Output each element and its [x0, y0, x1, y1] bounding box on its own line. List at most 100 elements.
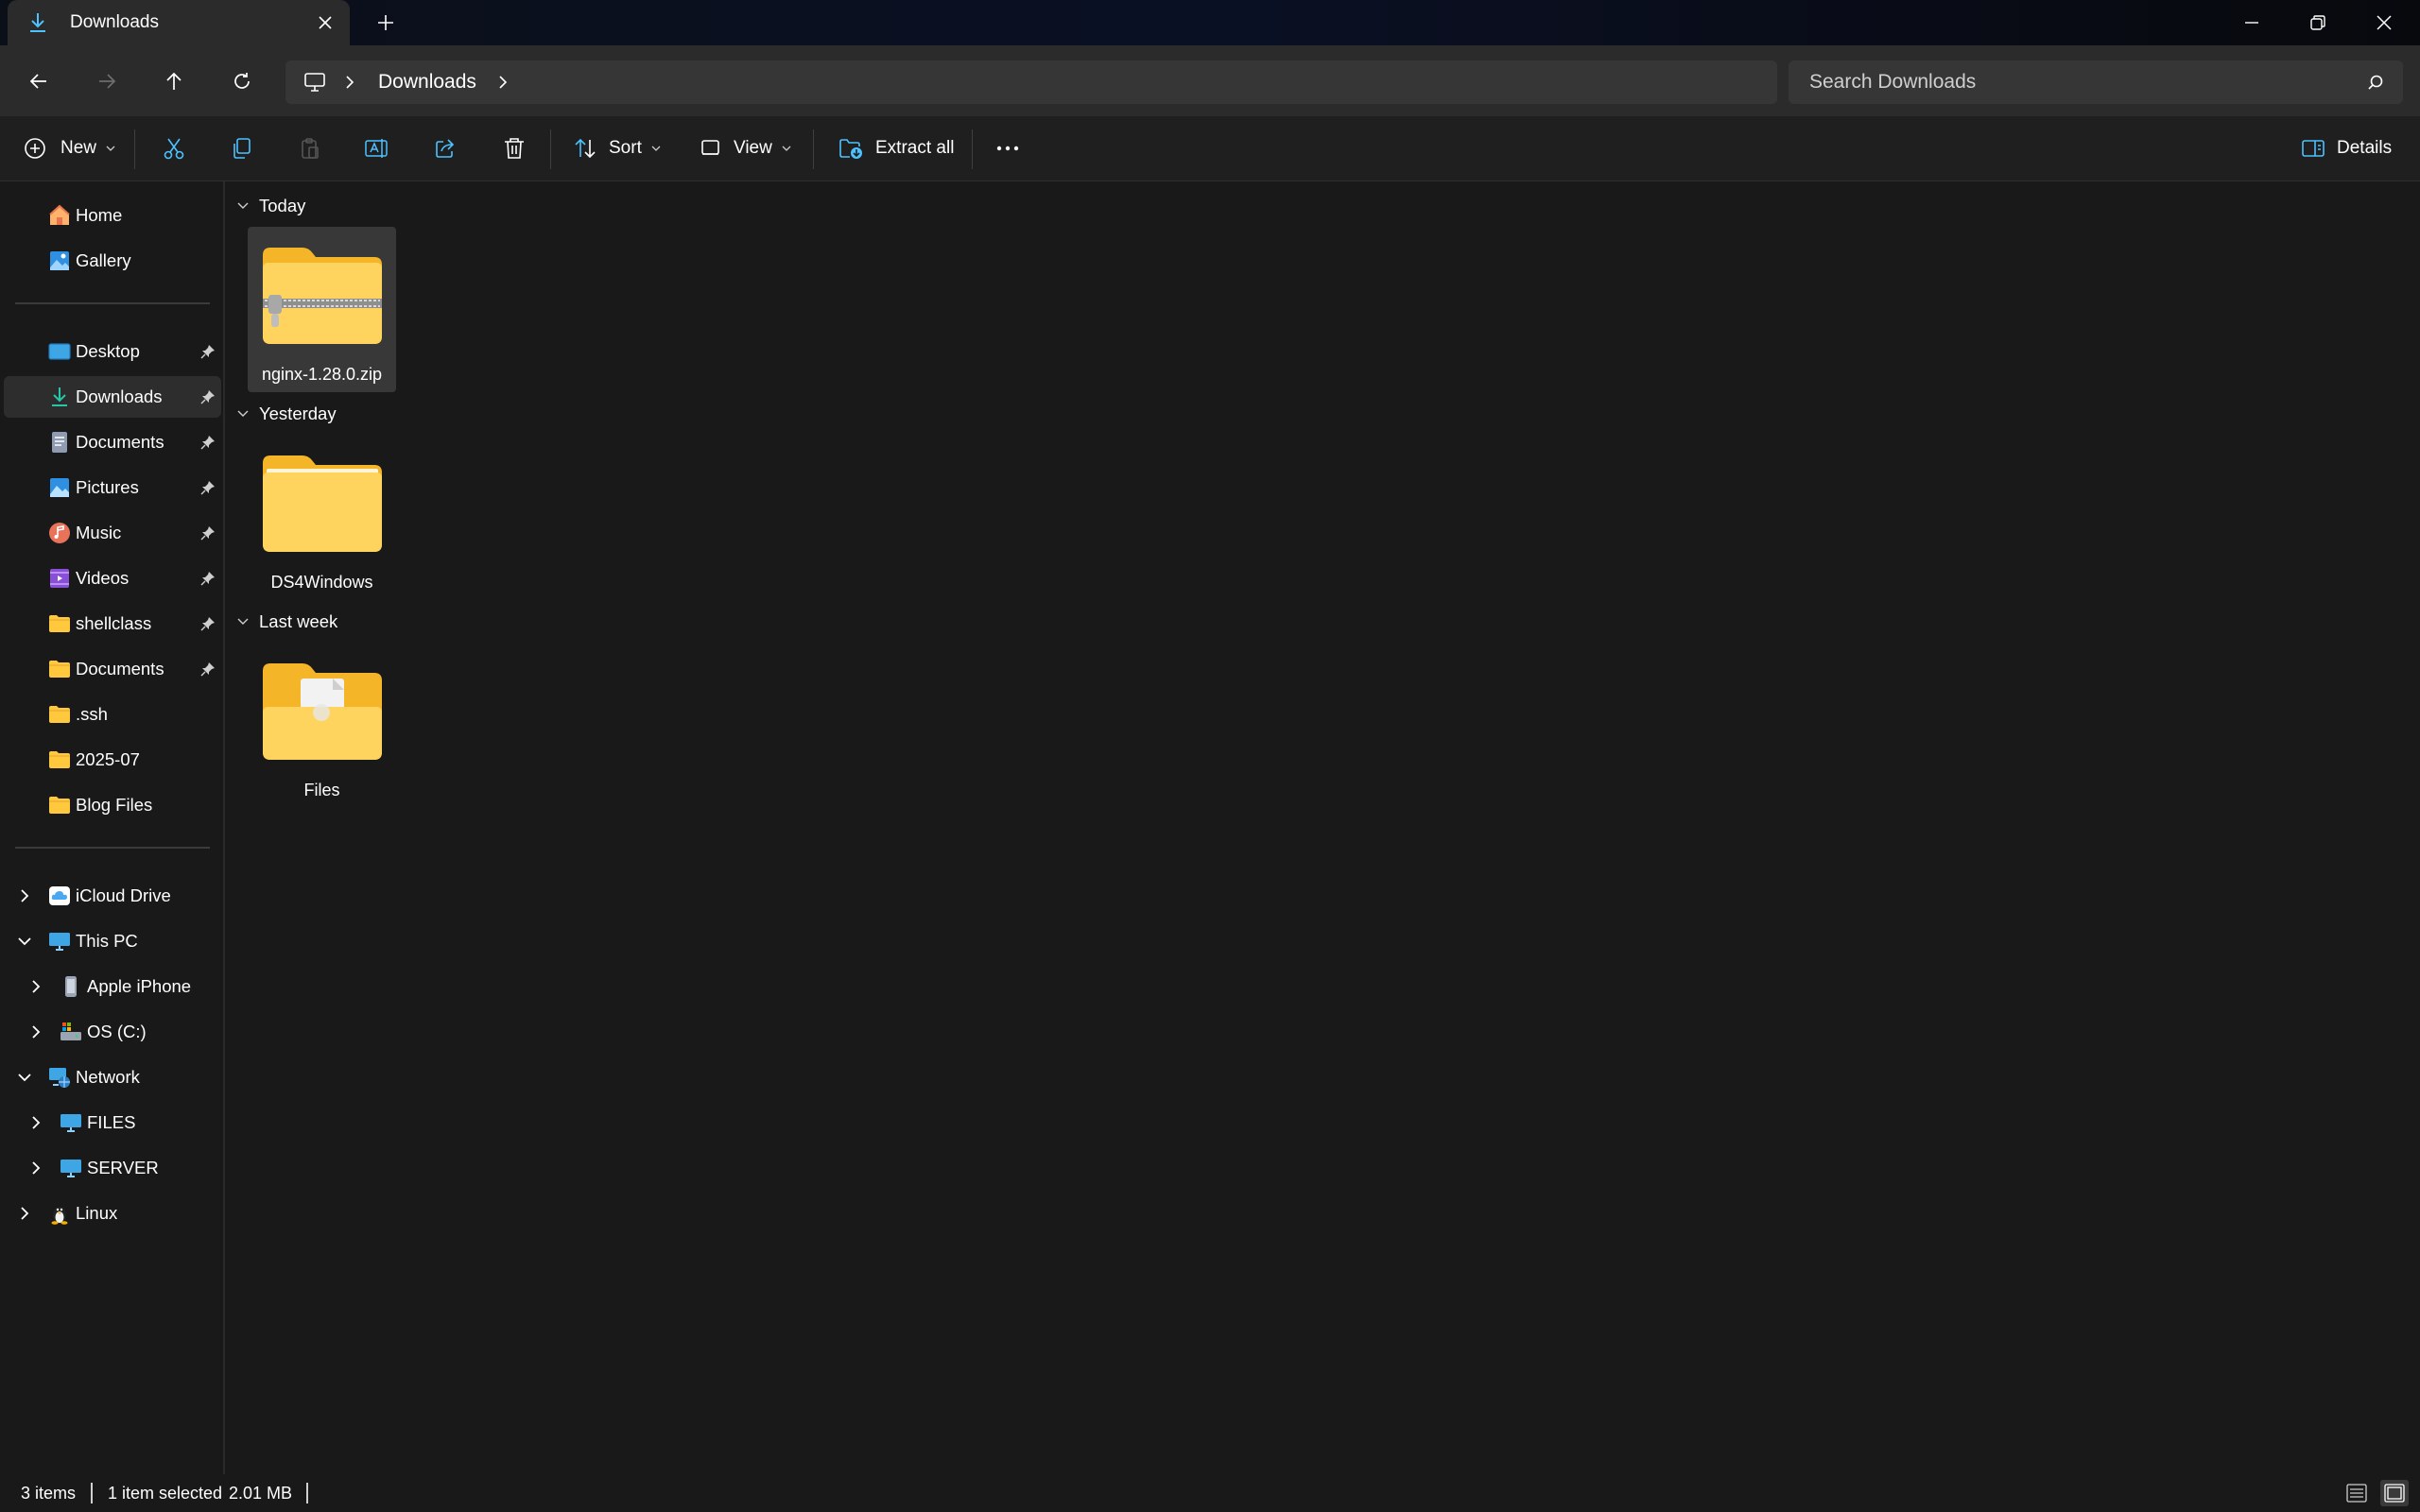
sidebar-item-videos[interactable]: Videos	[4, 558, 221, 599]
zip-folder-icon	[261, 244, 384, 348]
copy-button[interactable]	[227, 128, 257, 169]
share-button[interactable]	[430, 128, 460, 169]
home-icon	[47, 203, 72, 228]
sidebar-item-home[interactable]: Home	[4, 195, 221, 236]
chevron-right-icon[interactable]	[17, 888, 32, 903]
chevron-right-icon[interactable]	[28, 1160, 43, 1176]
sidebar-item-documents[interactable]: Documents	[4, 421, 221, 463]
up-button[interactable]	[153, 62, 195, 100]
chevron-right-icon[interactable]	[28, 979, 43, 994]
view-label: View	[734, 138, 772, 158]
sidebar-item-shellclass[interactable]: shellclass	[4, 603, 221, 644]
sidebar-item-os-c[interactable]: OS (C:)	[4, 1011, 221, 1053]
new-tab-button[interactable]	[369, 8, 403, 38]
pin-icon[interactable]	[200, 389, 216, 404]
pin-icon[interactable]	[200, 435, 216, 450]
chevron-right-icon[interactable]	[344, 75, 355, 90]
pin-icon[interactable]	[200, 344, 216, 359]
share-icon	[433, 136, 458, 161]
new-button[interactable]: New	[23, 128, 115, 169]
sidebar-item-server[interactable]: SERVER	[4, 1147, 221, 1189]
divider	[134, 129, 135, 169]
pin-icon[interactable]	[200, 571, 216, 586]
more-icon	[995, 145, 1020, 152]
sidebar-item-pictures[interactable]: Pictures	[4, 467, 221, 508]
file-item-nginx-zip[interactable]: nginx-1.28.0.zip	[248, 227, 396, 392]
close-window-button[interactable]	[2352, 0, 2416, 45]
sidebar-item-documents-folder[interactable]: Documents	[4, 648, 221, 690]
more-options-button[interactable]	[993, 128, 1023, 169]
plus-circle-icon	[23, 136, 47, 161]
refresh-button[interactable]	[221, 62, 263, 100]
address-bar[interactable]: Downloads	[285, 60, 1777, 104]
chevron-right-icon[interactable]	[17, 1206, 32, 1221]
sidebar-item-blog-files[interactable]: Blog Files	[4, 784, 221, 826]
folder-icon	[47, 793, 72, 817]
pin-icon[interactable]	[200, 525, 216, 541]
pin-icon[interactable]	[200, 480, 216, 495]
pc-icon[interactable]	[302, 71, 327, 94]
chevron-right-icon[interactable]	[497, 75, 509, 90]
sidebar-item-linux[interactable]: Linux	[4, 1193, 221, 1234]
folder-icon	[47, 611, 72, 636]
tab-downloads[interactable]: Downloads	[8, 0, 350, 45]
sidebar-item-desktop[interactable]: Desktop	[4, 331, 221, 372]
tab-close-icon[interactable]	[306, 4, 344, 42]
pin-icon[interactable]	[200, 662, 216, 677]
divider	[972, 129, 973, 169]
group-header-label: Today	[259, 196, 306, 215]
rename-button[interactable]	[362, 128, 392, 169]
extract-icon	[838, 136, 864, 161]
view-button[interactable]: View	[700, 128, 791, 169]
delete-button[interactable]	[499, 128, 529, 169]
sidebar-item-label: .ssh	[76, 704, 108, 724]
restore-button[interactable]	[2286, 0, 2350, 45]
group-header-today[interactable]: Today	[236, 193, 305, 219]
chevron-down-icon	[236, 409, 250, 419]
sidebar-item-apple-iphone[interactable]: Apple iPhone	[4, 966, 221, 1007]
search-input[interactable]	[1809, 71, 2367, 94]
sidebar-item-label: Pictures	[76, 477, 139, 497]
sidebar-item-icloud-drive[interactable]: iCloud Drive	[4, 875, 221, 917]
chevron-right-icon[interactable]	[28, 1024, 43, 1040]
list-view-icon	[2346, 1484, 2367, 1503]
details-view-button[interactable]	[2342, 1480, 2371, 1506]
sidebar-item-gallery[interactable]: Gallery	[4, 240, 221, 282]
extract-all-button[interactable]: Extract all	[838, 128, 954, 169]
navigation-pane: Home Gallery Desktop Downloads Documents…	[0, 181, 225, 1474]
chevron-down-icon	[106, 145, 115, 152]
sidebar-item-label: FILES	[87, 1112, 136, 1132]
pin-icon[interactable]	[200, 616, 216, 631]
sidebar-item-ssh[interactable]: .ssh	[4, 694, 221, 735]
forward-button[interactable]	[86, 62, 128, 100]
sidebar-item-label: This PC	[76, 931, 138, 951]
chevron-down-icon[interactable]	[17, 934, 32, 949]
details-button[interactable]: Details	[2301, 128, 2392, 169]
file-item-ds4windows[interactable]: DS4Windows	[248, 435, 396, 600]
group-header-last-week[interactable]: Last week	[236, 609, 337, 635]
sidebar-item-files[interactable]: FILES	[4, 1102, 221, 1143]
chevron-down-icon[interactable]	[17, 1070, 32, 1085]
paste-button[interactable]	[295, 128, 325, 169]
arrow-right-icon	[96, 71, 117, 92]
file-item-files[interactable]: Files	[248, 643, 396, 808]
pictures-icon	[47, 475, 72, 500]
divider	[813, 129, 814, 169]
navigation-bar: Downloads	[0, 45, 2420, 116]
sidebar-item-downloads[interactable]: Downloads	[4, 376, 221, 418]
chevron-right-icon[interactable]	[28, 1115, 43, 1130]
sidebar-item-music[interactable]: Music	[4, 512, 221, 554]
breadcrumb-downloads[interactable]: Downloads	[378, 71, 476, 94]
divider	[15, 847, 210, 849]
sidebar-item-this-pc[interactable]: This PC	[4, 920, 221, 962]
back-button[interactable]	[18, 62, 60, 100]
search-box[interactable]	[1789, 60, 2403, 104]
folder-icon	[47, 702, 72, 727]
large-icons-view-button[interactable]	[2380, 1480, 2409, 1506]
sidebar-item-2025-07[interactable]: 2025-07	[4, 739, 221, 781]
cut-button[interactable]	[159, 128, 189, 169]
sort-button[interactable]: Sort	[573, 128, 661, 169]
group-header-yesterday[interactable]: Yesterday	[236, 401, 337, 427]
sidebar-item-network[interactable]: Network	[4, 1057, 221, 1098]
minimize-button[interactable]	[2220, 0, 2284, 45]
